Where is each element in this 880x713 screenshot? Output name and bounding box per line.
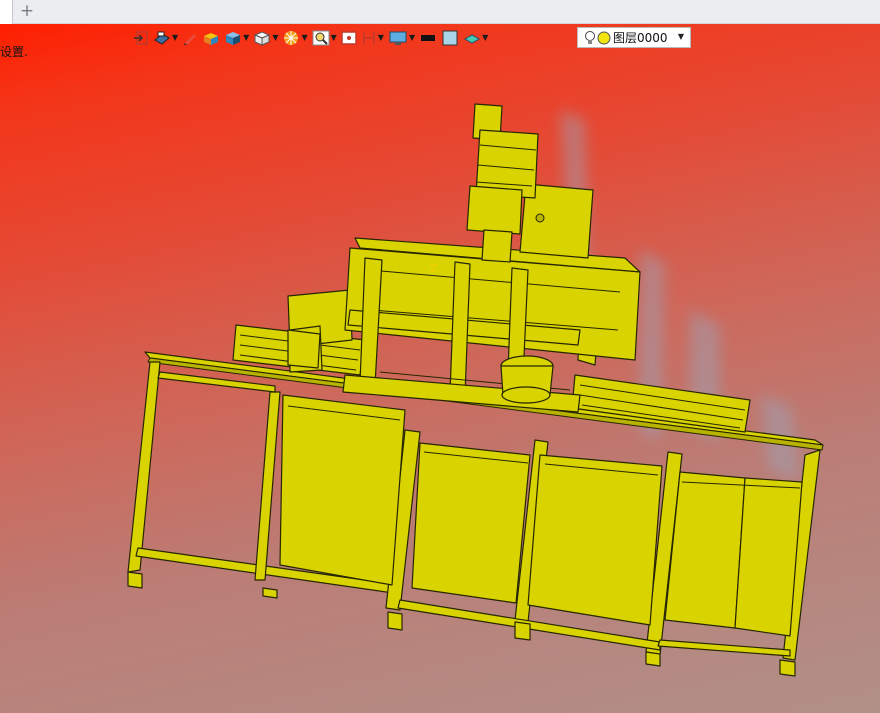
layer-status-icon: [597, 31, 611, 44]
measure-icon: [363, 32, 375, 44]
line-swatch-icon: [421, 35, 436, 41]
solid-button[interactable]: ▼: [224, 27, 249, 49]
line-color-button[interactable]: [419, 27, 437, 49]
fill-swatch-icon: [442, 30, 458, 46]
fit-box-icon: [341, 31, 357, 45]
cad-model[interactable]: Z: [0, 24, 880, 713]
section-wheel-icon: [284, 31, 299, 45]
layer-name: 图层0000: [613, 31, 668, 45]
fit-button[interactable]: [341, 27, 357, 49]
bulb-icon: [585, 30, 595, 44]
shaded-box-icon: [204, 33, 219, 45]
fill-color-button[interactable]: [441, 27, 459, 49]
blue-cube-icon: [226, 32, 241, 45]
monitor-icon: [389, 31, 407, 45]
view-toolbar: ▼ ▼ ▼ ▼ ▼ ▼ ▼ ▼: [133, 27, 492, 49]
shading-button[interactable]: [202, 27, 220, 49]
chevron-down-icon: ▼: [677, 32, 684, 41]
3d-viewport[interactable]: 设置. Z ▼ ▼ ▼ ▼ ▼ ▼ ▼ ▼ 图层0000 ▼: [0, 24, 880, 713]
material-button[interactable]: ▼: [463, 27, 488, 49]
new-tab-button[interactable]: +: [18, 2, 36, 20]
exit-icon: [134, 31, 148, 45]
display-button[interactable]: ▼: [388, 27, 415, 49]
view-style-button[interactable]: ▼: [153, 27, 178, 49]
active-tab[interactable]: [0, 0, 13, 24]
pen-icon: [184, 34, 197, 45]
zoom-button[interactable]: ▼: [312, 27, 337, 49]
sketch-button[interactable]: [182, 27, 198, 49]
orientation-button[interactable]: ▼: [253, 27, 278, 49]
exit-view-button[interactable]: [133, 27, 149, 49]
layer-dropdown[interactable]: 图层0000 ▼: [577, 27, 691, 48]
axis-label: Z: [430, 262, 438, 275]
white-cube-icon: [254, 31, 271, 46]
section-button[interactable]: ▼: [282, 27, 308, 49]
zoom-icon: [312, 30, 330, 46]
display-style-icon: [154, 31, 170, 45]
material-icon: [464, 34, 481, 44]
measure-button[interactable]: ▼: [361, 27, 384, 49]
tab-strip: +: [0, 0, 880, 24]
